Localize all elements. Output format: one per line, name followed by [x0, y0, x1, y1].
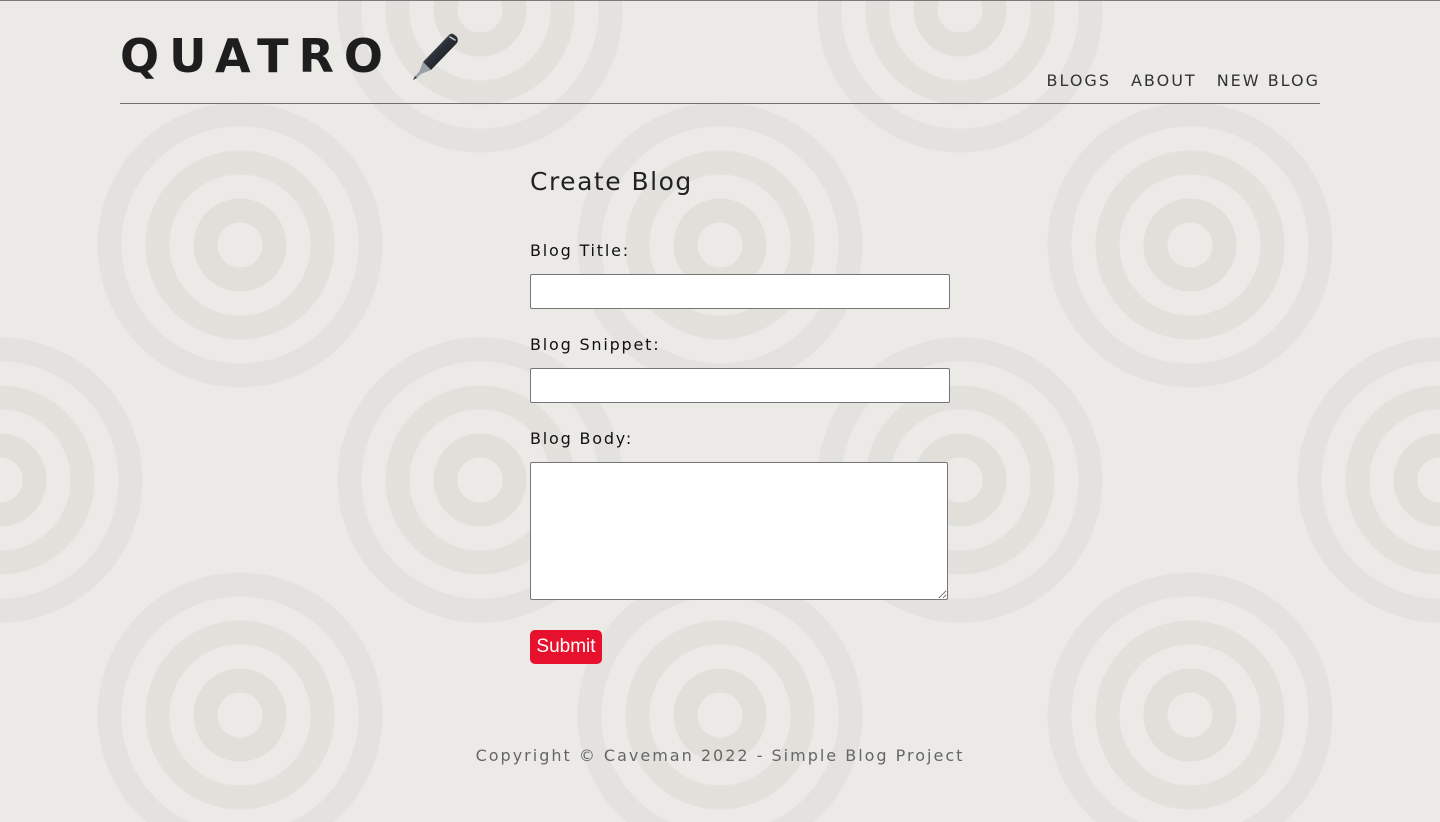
footer-copyright: Copyright © Caveman 2022 - Simple Blog P… [475, 746, 965, 765]
blog-title-label: Blog Title: [530, 241, 630, 260]
nav-link-blogs[interactable]: BLOGS [1047, 70, 1111, 92]
nav-link-new-blog[interactable]: NEW BLOG [1217, 70, 1320, 92]
logo-text: QUATRO [120, 29, 393, 83]
fountain-pen-icon [412, 33, 458, 80]
site-header: QUATRO BLOGS ABOUT NEW BLOG [120, 0, 1320, 104]
blog-title-input[interactable] [530, 274, 950, 309]
blog-body-label: Blog Body: [530, 429, 634, 448]
submit-button[interactable]: Submit [530, 630, 602, 664]
page-title: Create Blog [530, 167, 693, 196]
blog-snippet-label: Blog Snippet: [530, 335, 661, 354]
logo[interactable]: QUATRO [120, 28, 461, 84]
nav-link-about[interactable]: ABOUT [1131, 70, 1197, 92]
blog-snippet-input[interactable] [530, 368, 950, 403]
create-blog-form: Create Blog Blog Title: Blog Snippet: Bl… [530, 160, 960, 664]
blog-body-textarea[interactable] [530, 462, 948, 600]
main-nav: BLOGS ABOUT NEW BLOG [1027, 70, 1320, 92]
